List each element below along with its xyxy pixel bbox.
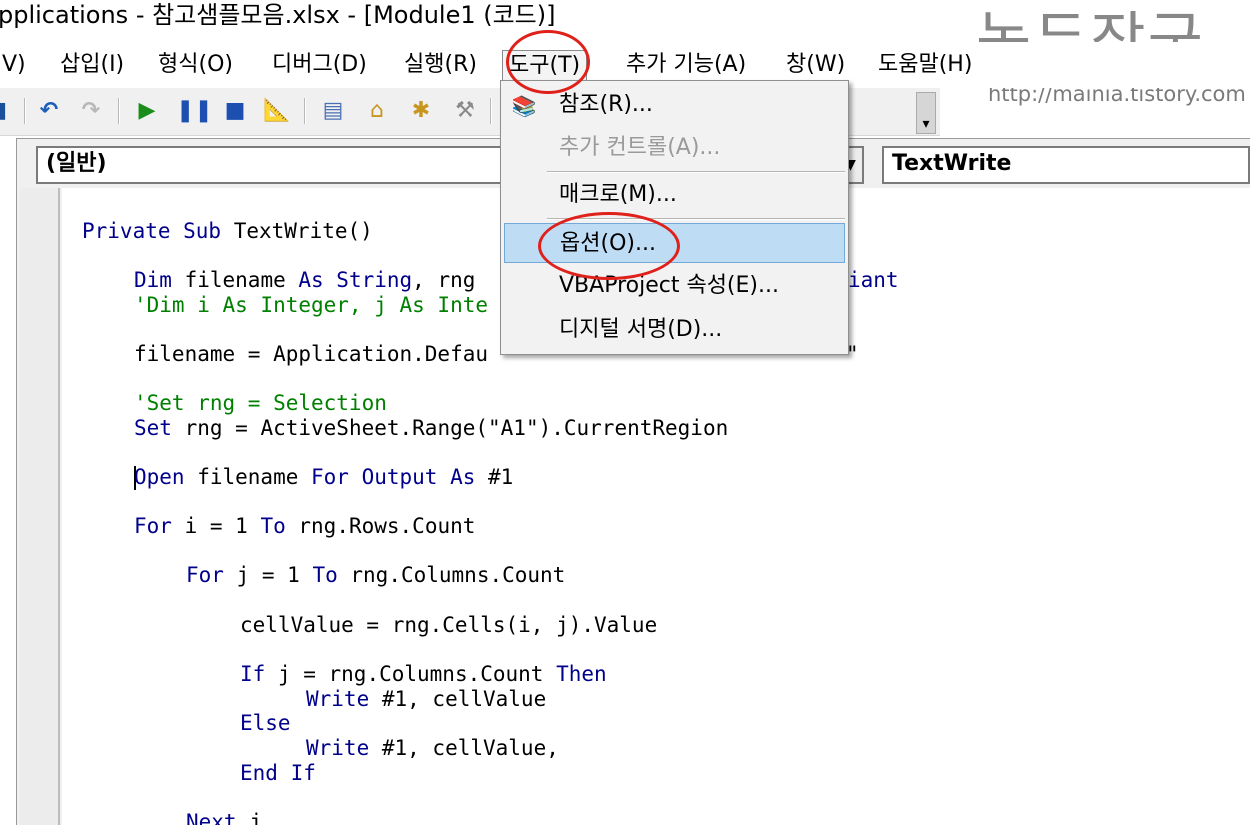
annotation-circle-options [538,212,680,280]
code-line: cellValue = rng.Cells(i, j).Value [240,613,658,637]
menu-item-label: 매크로(M)... [559,182,677,207]
menu-view[interactable]: V) [0,50,32,84]
menu-window[interactable]: 창(W) [780,50,851,84]
code-line: End If [240,761,316,785]
stop-icon[interactable]: ■ [220,96,250,126]
menu-help[interactable]: 도움말(H) [872,50,978,84]
properties-icon[interactable]: ⌂ [362,96,392,126]
run-icon[interactable]: ▶ [132,96,162,126]
pause-icon[interactable]: ❚❚ [176,96,213,126]
menu-addins[interactable]: 추가 기능(A) [620,50,752,84]
toolbar-separator [118,98,120,124]
text-cursor [134,466,136,490]
code-line: Next j [186,810,262,825]
toolbar-overflow-button[interactable]: ▾ [916,92,936,134]
code-line: filename = Application.Defau [134,342,489,366]
code-line: Private Sub TextWrite() [82,219,373,243]
toolbox-icon[interactable]: ⚒ [450,96,480,126]
code-margin-indicator-bar[interactable] [20,188,60,825]
menu-insert[interactable]: 삽입(I) [54,50,130,84]
toolbar-separator [24,98,26,124]
code-line: For i = 1 To rng.Rows.Count [134,514,476,538]
menu-item-label: 추가 컨트롤(A)... [559,135,721,160]
menu-run[interactable]: 실행(R) [398,50,483,84]
code-line-tail: iant [848,268,899,292]
menu-separator [547,171,845,173]
toolbar-separator [490,98,492,124]
code-line: Open filename For Output As #1 [134,465,514,489]
code-line: 'Dim i As Integer, j As Inte [134,293,489,317]
menu-item-label: 디지털 서명(D)... [559,317,723,342]
references-icon: 📚 [511,94,537,118]
insert-icon[interactable]: ▮ [0,96,16,126]
redo-icon[interactable]: ↷ [76,96,106,126]
object-browser-icon[interactable]: ✱ [406,96,436,126]
code-line: 'Set rng = Selection [134,391,387,415]
toolbar-separator [304,98,306,124]
code-line: Write #1, cellValue [306,687,547,711]
tools-dropdown-menu: 📚 참조(R)... 추가 컨트롤(A)... 매크로(M)... 옵션(O).… [500,80,849,355]
code-line: Else [240,711,291,735]
code-line: Dim filename As String, rng [134,268,476,292]
menu-item-macros[interactable]: 매크로(M)... [501,175,848,215]
design-mode-icon[interactable]: 📐 [262,96,292,126]
menu-debug[interactable]: 디버그(D) [266,50,373,84]
menu-item-additional-controls[interactable]: 추가 컨트롤(A)... [501,128,848,168]
code-line: For j = 1 To rng.Columns.Count [186,563,566,587]
menu-item-digital-signature[interactable]: 디지털 서명(D)... [501,310,848,350]
menu-format[interactable]: 형식(O) [152,50,239,84]
window-title: pplications - 참고샘플모음.xlsx - [Module1 (코드… [0,1,556,29]
code-line: Write #1, cellValue, [306,736,559,760]
menu-item-project-properties[interactable]: VBAProject 속성(E)... [501,266,848,306]
project-explorer-icon[interactable]: ▤ [318,96,348,126]
menu-item-label: 참조(R)... [559,92,653,117]
object-combo-value: (일반) [46,151,107,176]
procedure-combo[interactable]: TextWrite [882,146,1250,184]
procedure-combo-value: TextWrite [892,151,1012,176]
code-line: Set rng = ActiveSheet.Range("A1").Curren… [134,416,729,440]
annotation-circle-tools [506,30,590,94]
code-line: If j = rng.Columns.Count Then [240,662,607,686]
undo-icon[interactable]: ↶ [34,96,64,126]
